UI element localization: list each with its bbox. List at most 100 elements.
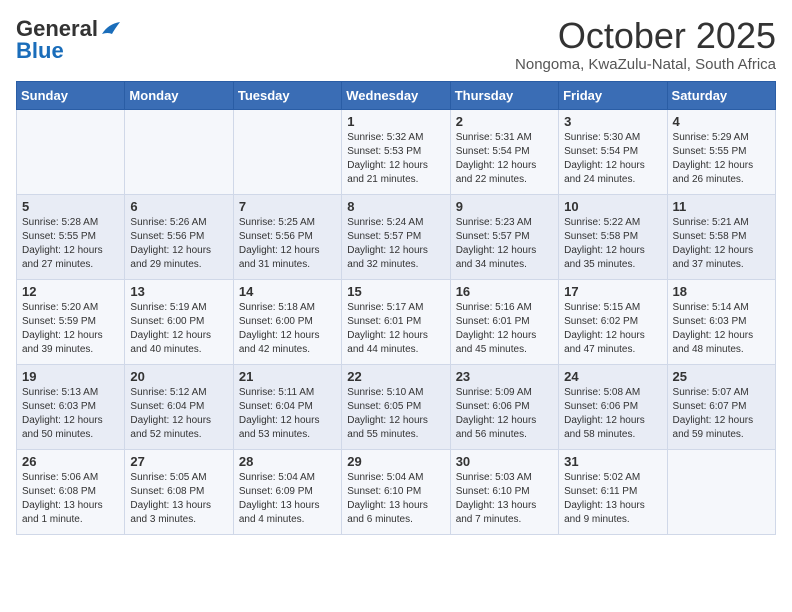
- calendar-week-4: 26 Sunrise: 5:06 AM Sunset: 6:08 PM Dayli…: [17, 449, 776, 534]
- calendar-cell: [233, 109, 341, 194]
- day-number: 2: [456, 114, 553, 129]
- calendar-cell: 2Sunrise: 5:31 AM Sunset: 5:54 PM Daylig…: [450, 109, 558, 194]
- calendar-cell: 22 Sunrise: 5:10 AM Sunset: 6:05 PM Dayli…: [342, 364, 450, 449]
- calendar-cell: 20 Sunrise: 5:12 AM Sunset: 6:04 PM Dayli…: [125, 364, 233, 449]
- calendar-cell: 12 Sunrise: 5:20 AM Sunset: 5:59 PM Dayli…: [17, 279, 125, 364]
- day-info: Sunrise: 5:19 AM Sunset: 6:00 PM Dayligh…: [130, 301, 227, 357]
- header-saturday: Saturday: [667, 81, 775, 109]
- day-number: 17: [564, 284, 661, 299]
- calendar-cell: 13 Sunrise: 5:19 AM Sunset: 6:00 PM Dayli…: [125, 279, 233, 364]
- header-friday: Friday: [559, 81, 667, 109]
- calendar-cell: 21Sunrise: 5:11 AM Sunset: 6:04 PM Dayli…: [233, 364, 341, 449]
- day-info: Sunrise: 5:23 AM Sunset: 5:57 PM Dayligh…: [456, 216, 553, 272]
- day-number: 8: [347, 199, 444, 214]
- header-sunday: Sunday: [17, 81, 125, 109]
- day-info: Sunrise: 5:15 AM Sunset: 6:02 PM Dayligh…: [564, 301, 661, 357]
- day-info: Sunrise: 5:05 AM Sunset: 6:08 PM Dayligh…: [130, 471, 227, 527]
- calendar-cell: 1Sunrise: 5:32 AM Sunset: 5:53 PM Daylig…: [342, 109, 450, 194]
- calendar-cell: 19 Sunrise: 5:13 AM Sunset: 6:03 PM Dayli…: [17, 364, 125, 449]
- calendar-cell: 6Sunrise: 5:26 AM Sunset: 5:56 PM Daylig…: [125, 194, 233, 279]
- day-number: 13: [130, 284, 227, 299]
- day-info: Sunrise: 5:04 AM Sunset: 6:10 PM Dayligh…: [347, 471, 444, 527]
- day-number: 15: [347, 284, 444, 299]
- calendar-cell: [17, 109, 125, 194]
- day-number: 5: [22, 199, 119, 214]
- day-number: 25: [673, 369, 770, 384]
- title-area: October 2025 Nongoma, KwaZulu-Natal, Sou…: [515, 16, 776, 73]
- calendar-cell: 9 Sunrise: 5:23 AM Sunset: 5:57 PM Daylig…: [450, 194, 558, 279]
- day-info: Sunrise: 5:12 AM Sunset: 6:04 PM Dayligh…: [130, 386, 227, 442]
- day-number: 3: [564, 114, 661, 129]
- calendar-cell: 7Sunrise: 5:25 AM Sunset: 5:56 PM Daylig…: [233, 194, 341, 279]
- header-tuesday: Tuesday: [233, 81, 341, 109]
- header-wednesday: Wednesday: [342, 81, 450, 109]
- day-info: Sunrise: 5:29 AM Sunset: 5:55 PM Dayligh…: [673, 131, 770, 187]
- day-number: 18: [673, 284, 770, 299]
- calendar-cell: 31Sunrise: 5:02 AM Sunset: 6:11 PM Dayli…: [559, 449, 667, 534]
- calendar-week-0: 1Sunrise: 5:32 AM Sunset: 5:53 PM Daylig…: [17, 109, 776, 194]
- day-info: Sunrise: 5:08 AM Sunset: 6:06 PM Dayligh…: [564, 386, 661, 442]
- calendar-cell: 24 Sunrise: 5:08 AM Sunset: 6:06 PM Dayli…: [559, 364, 667, 449]
- day-info: Sunrise: 5:24 AM Sunset: 5:57 PM Dayligh…: [347, 216, 444, 272]
- day-number: 22: [347, 369, 444, 384]
- day-number: 14: [239, 284, 336, 299]
- location: Nongoma, KwaZulu-Natal, South Africa: [515, 56, 776, 73]
- day-number: 27: [130, 454, 227, 469]
- day-number: 9: [456, 199, 553, 214]
- day-info: Sunrise: 5:17 AM Sunset: 6:01 PM Dayligh…: [347, 301, 444, 357]
- day-info: Sunrise: 5:10 AM Sunset: 6:05 PM Dayligh…: [347, 386, 444, 442]
- day-info: Sunrise: 5:26 AM Sunset: 5:56 PM Dayligh…: [130, 216, 227, 272]
- calendar-cell: [667, 449, 775, 534]
- day-info: Sunrise: 5:09 AM Sunset: 6:06 PM Dayligh…: [456, 386, 553, 442]
- calendar-cell: 18 Sunrise: 5:14 AM Sunset: 6:03 PM Dayli…: [667, 279, 775, 364]
- day-number: 10: [564, 199, 661, 214]
- day-number: 11: [673, 199, 770, 214]
- day-info: Sunrise: 5:18 AM Sunset: 6:00 PM Dayligh…: [239, 301, 336, 357]
- calendar-week-3: 19 Sunrise: 5:13 AM Sunset: 6:03 PM Dayli…: [17, 364, 776, 449]
- calendar-cell: 28 Sunrise: 5:04 AM Sunset: 6:09 PM Dayli…: [233, 449, 341, 534]
- day-number: 29: [347, 454, 444, 469]
- day-number: 26: [22, 454, 119, 469]
- day-number: 20: [130, 369, 227, 384]
- calendar-cell: 29 Sunrise: 5:04 AM Sunset: 6:10 PM Dayli…: [342, 449, 450, 534]
- day-number: 28: [239, 454, 336, 469]
- day-number: 16: [456, 284, 553, 299]
- day-info: Sunrise: 5:14 AM Sunset: 6:03 PM Dayligh…: [673, 301, 770, 357]
- day-info: Sunrise: 5:16 AM Sunset: 6:01 PM Dayligh…: [456, 301, 553, 357]
- day-number: 1: [347, 114, 444, 129]
- calendar-cell: 3 Sunrise: 5:30 AM Sunset: 5:54 PM Daylig…: [559, 109, 667, 194]
- day-info: Sunrise: 5:04 AM Sunset: 6:09 PM Dayligh…: [239, 471, 336, 527]
- day-info: Sunrise: 5:06 AM Sunset: 6:08 PM Dayligh…: [22, 471, 119, 527]
- calendar-table: SundayMondayTuesdayWednesdayThursdayFrid…: [16, 81, 776, 535]
- day-number: 4: [673, 114, 770, 129]
- calendar-cell: 15 Sunrise: 5:17 AM Sunset: 6:01 PM Dayli…: [342, 279, 450, 364]
- header-thursday: Thursday: [450, 81, 558, 109]
- logo-blue-text: Blue: [16, 38, 64, 64]
- day-info: Sunrise: 5:25 AM Sunset: 5:56 PM Dayligh…: [239, 216, 336, 272]
- day-info: Sunrise: 5:21 AM Sunset: 5:58 PM Dayligh…: [673, 216, 770, 272]
- day-number: 24: [564, 369, 661, 384]
- calendar-cell: 23 Sunrise: 5:09 AM Sunset: 6:06 PM Dayli…: [450, 364, 558, 449]
- calendar-cell: 11 Sunrise: 5:21 AM Sunset: 5:58 PM Dayli…: [667, 194, 775, 279]
- day-info: Sunrise: 5:30 AM Sunset: 5:54 PM Dayligh…: [564, 131, 661, 187]
- calendar-cell: 5Sunrise: 5:28 AM Sunset: 5:55 PM Daylig…: [17, 194, 125, 279]
- day-info: Sunrise: 5:20 AM Sunset: 5:59 PM Dayligh…: [22, 301, 119, 357]
- calendar-cell: 26 Sunrise: 5:06 AM Sunset: 6:08 PM Dayli…: [17, 449, 125, 534]
- day-info: Sunrise: 5:13 AM Sunset: 6:03 PM Dayligh…: [22, 386, 119, 442]
- day-number: 19: [22, 369, 119, 384]
- calendar-cell: 14 Sunrise: 5:18 AM Sunset: 6:00 PM Dayli…: [233, 279, 341, 364]
- calendar-week-1: 5Sunrise: 5:28 AM Sunset: 5:55 PM Daylig…: [17, 194, 776, 279]
- day-number: 30: [456, 454, 553, 469]
- calendar-cell: 10Sunrise: 5:22 AM Sunset: 5:58 PM Dayli…: [559, 194, 667, 279]
- calendar-cell: [125, 109, 233, 194]
- day-info: Sunrise: 5:03 AM Sunset: 6:10 PM Dayligh…: [456, 471, 553, 527]
- page-header: General Blue October 2025 Nongoma, KwaZu…: [16, 16, 776, 73]
- day-number: 12: [22, 284, 119, 299]
- day-number: 23: [456, 369, 553, 384]
- calendar-cell: 17 Sunrise: 5:15 AM Sunset: 6:02 PM Dayli…: [559, 279, 667, 364]
- day-info: Sunrise: 5:02 AM Sunset: 6:11 PM Dayligh…: [564, 471, 661, 527]
- logo: General Blue: [16, 16, 122, 64]
- calendar-cell: 25Sunrise: 5:07 AM Sunset: 6:07 PM Dayli…: [667, 364, 775, 449]
- calendar-cell: 16 Sunrise: 5:16 AM Sunset: 6:01 PM Dayli…: [450, 279, 558, 364]
- calendar-cell: 30 Sunrise: 5:03 AM Sunset: 6:10 PM Dayli…: [450, 449, 558, 534]
